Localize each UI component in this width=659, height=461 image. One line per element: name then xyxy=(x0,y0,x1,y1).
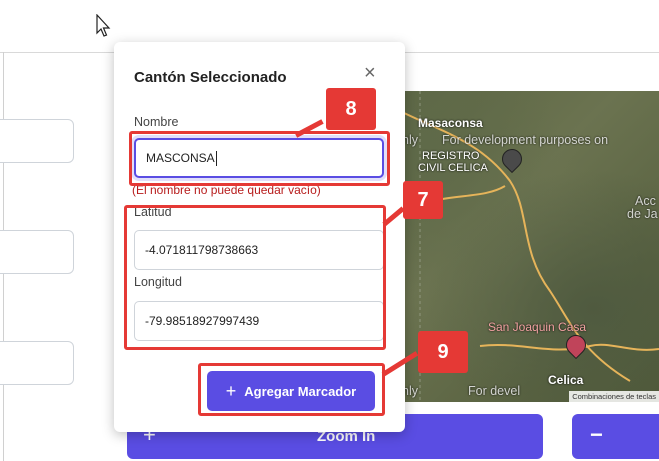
map-attribution[interactable]: Combinaciones de teclas xyxy=(569,391,659,402)
map-label-celica: Celica xyxy=(548,373,584,387)
map-label-masaconsa: Masaconsa xyxy=(418,116,483,130)
background-input-1[interactable] xyxy=(0,119,74,163)
map-fragment-acc: Acc xyxy=(635,194,656,208)
annotation-box-9 xyxy=(198,363,385,416)
annotation-badge-8: 8 xyxy=(326,88,376,130)
modal-title: Cantón Seleccionado xyxy=(134,69,287,86)
background-input-3[interactable] xyxy=(0,341,74,385)
annotation-box-8 xyxy=(129,131,390,186)
map-fragment-de-ja: de Ja xyxy=(627,207,658,221)
map-label-registro: REGISTRO xyxy=(422,150,480,162)
annotation-badge-9: 9 xyxy=(418,331,468,373)
close-icon[interactable]: × xyxy=(364,62,376,85)
map-label-san-joaquin: San Joaquin Casa xyxy=(488,320,587,334)
annotation-badge-7: 7 xyxy=(403,181,443,219)
name-label: Nombre xyxy=(134,115,179,129)
map-dev-watermark-2: For devel xyxy=(468,384,521,398)
mouse-cursor-icon xyxy=(96,14,111,37)
annotation-box-7 xyxy=(124,205,386,350)
zoom-out-button[interactable]: − xyxy=(572,414,659,459)
minus-icon: − xyxy=(590,422,603,447)
map-label-civil-celica: CIVIL CELICA xyxy=(418,162,488,174)
background-input-2[interactable] xyxy=(0,230,74,274)
map-dev-watermark: For development purposes on xyxy=(442,133,609,147)
